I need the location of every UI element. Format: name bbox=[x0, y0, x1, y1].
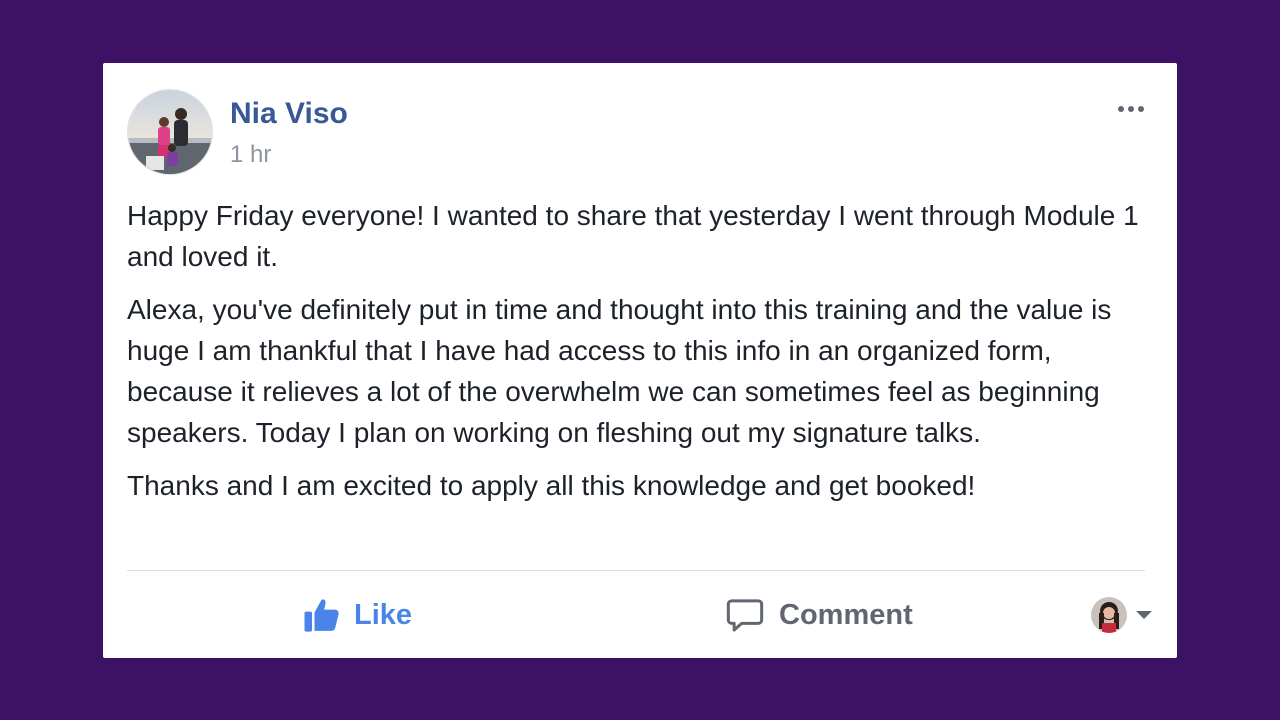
post-header: Nia Viso 1 hr bbox=[127, 89, 1153, 177]
viewer-identity-selector[interactable] bbox=[1091, 597, 1153, 633]
more-options-icon-dot bbox=[1138, 106, 1144, 112]
post-paragraph: Happy Friday everyone! I wanted to share… bbox=[127, 200, 1139, 272]
author-name-link[interactable]: Nia Viso bbox=[230, 97, 348, 131]
action-divider bbox=[127, 570, 1145, 571]
comment-button[interactable]: Comment bbox=[725, 593, 913, 637]
author-avatar[interactable] bbox=[127, 89, 213, 175]
post-timestamp[interactable]: 1 hr bbox=[230, 141, 271, 169]
like-label: Like bbox=[354, 598, 413, 631]
viewer-avatar bbox=[1091, 597, 1127, 633]
more-options-icon bbox=[1118, 106, 1124, 112]
action-bar: Like Comment bbox=[127, 585, 1153, 645]
more-options-icon-dot bbox=[1128, 106, 1134, 112]
post-body: Happy Friday everyone! I wanted to share… bbox=[127, 195, 1157, 518]
post-card: Nia Viso 1 hr Happy Friday everyone! I w… bbox=[103, 63, 1177, 658]
viewer-avatar-photo bbox=[1091, 597, 1127, 633]
like-button[interactable]: Like bbox=[302, 593, 412, 637]
author-avatar-photo bbox=[128, 90, 212, 174]
post-paragraph: Alexa, you've definitely put in time and… bbox=[127, 294, 1112, 448]
post-paragraph: Thanks and I am excited to apply all thi… bbox=[127, 470, 976, 501]
comment-label: Comment bbox=[779, 598, 913, 631]
more-options-button[interactable] bbox=[1109, 97, 1153, 121]
caret-down-icon bbox=[1136, 611, 1152, 619]
thumbs-up-icon bbox=[304, 599, 339, 632]
speech-bubble-icon bbox=[726, 599, 764, 632]
